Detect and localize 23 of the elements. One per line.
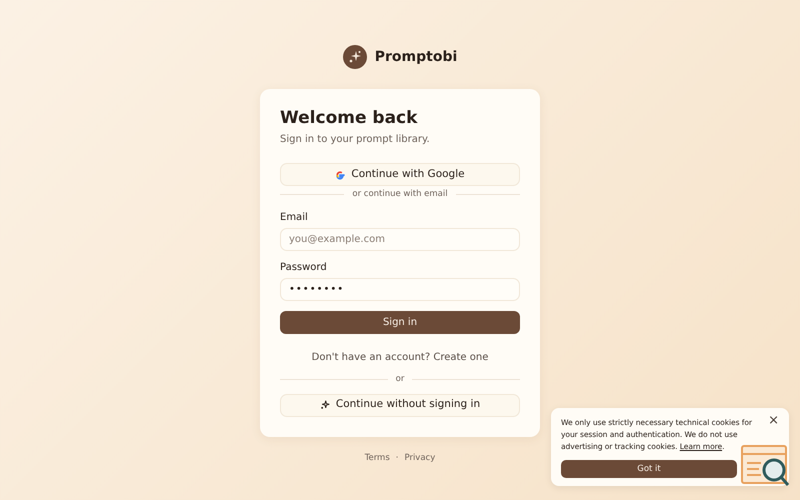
guest-button[interactable]: Continue without signing in bbox=[280, 394, 520, 417]
logo-icon bbox=[342, 45, 367, 69]
signup-prompt: Don't have an account? Create one bbox=[310, 350, 490, 365]
google-sign-in-button[interactable]: Continue with Google bbox=[280, 163, 520, 186]
card-subtitle: Sign in to your prompt library. bbox=[280, 133, 431, 148]
google-icon bbox=[335, 170, 346, 180]
close-button[interactable]: × bbox=[768, 414, 779, 427]
card-title: Welcome back bbox=[280, 107, 418, 130]
divider-label: or bbox=[396, 372, 404, 386]
accept-button[interactable]: Got it bbox=[561, 460, 737, 478]
brand-name: Promptobi bbox=[374, 48, 458, 66]
create-account-link[interactable]: Create one bbox=[433, 352, 488, 363]
footer-link[interactable]: Privacy bbox=[404, 452, 436, 464]
password-field[interactable]: •••••••• bbox=[280, 278, 520, 301]
divider-label: or continue with email bbox=[352, 188, 448, 201]
footer-link[interactable]: Terms bbox=[364, 452, 390, 464]
field-label: Email bbox=[280, 210, 309, 225]
separator: · bbox=[396, 452, 398, 464]
sign-in-button[interactable]: Sign in bbox=[280, 310, 520, 334]
email-field[interactable]: you@example.com bbox=[280, 228, 520, 251]
field-label: Password bbox=[280, 260, 328, 275]
browser-search-icon bbox=[741, 445, 791, 489]
sparkle-icon bbox=[320, 400, 330, 410]
